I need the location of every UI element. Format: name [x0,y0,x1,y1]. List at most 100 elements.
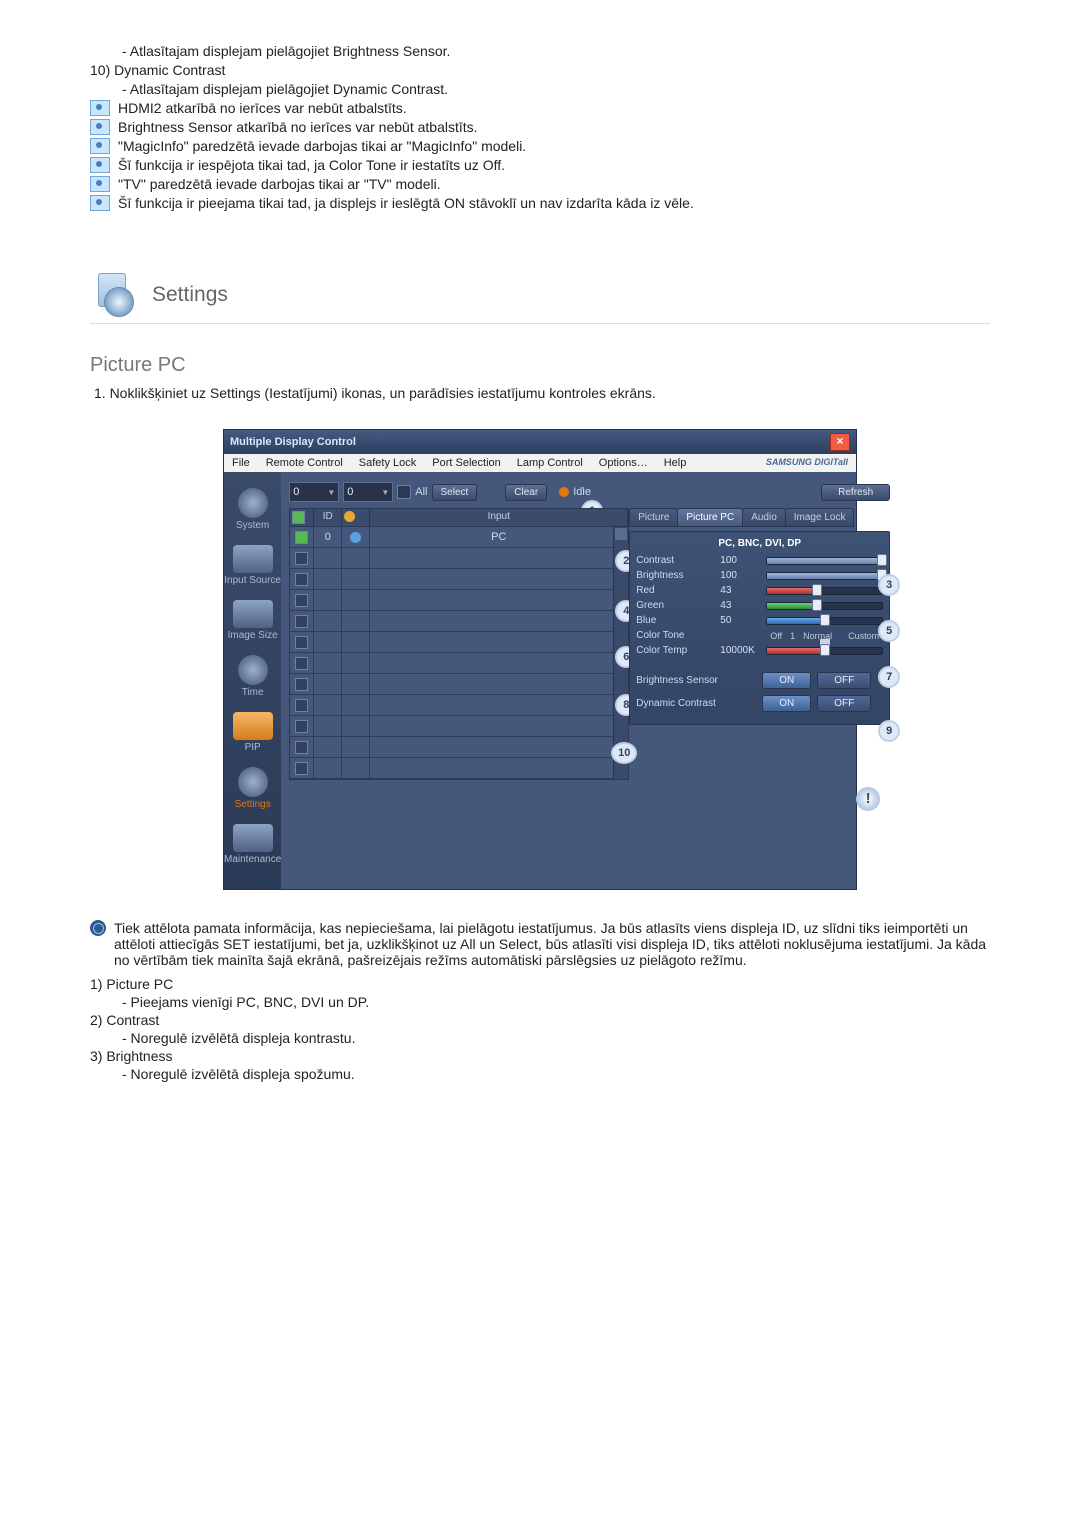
status-icon [344,511,355,522]
sidebar-item-settings[interactable]: Settings [224,767,281,810]
colortemp-label: Color Temp [636,645,714,656]
note-list: HDMI2 atkarībā no ierīces var nebūt atba… [90,100,990,211]
intro-body: - Atlasītajam displejam pielāgojiet Dyna… [90,81,990,97]
followup-list: 1) Picture PC - Pieejams vienīgi PC, BNC… [90,976,990,1082]
sidebar-item-time[interactable]: Time [224,655,281,698]
row-check-icon[interactable] [295,636,308,649]
brand-label: SAMSUNG DIGITall [766,457,848,469]
row-check-icon[interactable] [295,531,308,544]
clear-button[interactable]: Clear [505,484,547,501]
table-row[interactable] [290,611,628,632]
table-row[interactable] [290,758,628,779]
step-text: 1. Noklikšķiniet uz Settings (Iestatījum… [90,385,990,401]
tab-bar: Picture Picture PC Audio Image Lock [629,508,890,527]
sidebar: System Input Source Image Size Time PIP … [224,472,281,889]
table-row[interactable] [290,737,628,758]
brightness-value: 100 [720,570,760,581]
menu-help[interactable]: Help [664,457,687,469]
row-check-icon[interactable] [295,678,308,691]
contrast-row: Contrast 100 [636,555,883,566]
callout-9: 9 [878,720,900,742]
sidebar-item-pip[interactable]: PIP [224,712,281,753]
menu-remote[interactable]: Remote Control [266,457,343,469]
menu-file[interactable]: File [232,457,250,469]
select-button[interactable]: Select [432,484,478,501]
description-text: Tiek attēlota pamata informācija, kas ne… [114,920,990,968]
menu-lamp[interactable]: Lamp Control [517,457,583,469]
green-label: Green [636,600,714,611]
row-check-icon[interactable] [295,615,308,628]
tab-picture-pc[interactable]: Picture PC [677,508,743,527]
brightness-row: Brightness 100 [636,570,883,581]
menu-safety[interactable]: Safety Lock [359,457,416,469]
table-row[interactable] [290,632,628,653]
display-to-select[interactable]: 0 ▼ [343,482,393,502]
table-row[interactable] [290,569,628,590]
red-slider[interactable] [766,587,883,595]
colortemp-value: 10000K [720,645,760,656]
intro-line: - Atlasītajam displejam pielāgojiet Brig… [90,43,990,59]
note-icon [90,138,110,154]
sidebar-item-maintenance[interactable]: Maintenance [224,824,281,865]
colortone-opt[interactable]: Custom [848,631,879,641]
sidebar-item-system[interactable]: System [224,488,281,531]
settings-panel: PC, BNC, DVI, DP Contrast 100 Brightness… [629,531,890,725]
note-icon [90,176,110,192]
table-row[interactable]: 0 PC [290,527,628,548]
row-check-icon[interactable] [295,573,308,586]
refresh-button[interactable]: Refresh [821,484,890,501]
contrast-label: Contrast [636,555,714,566]
tab-audio[interactable]: Audio [742,508,786,527]
menu-port[interactable]: Port Selection [432,457,500,469]
row-check-icon[interactable] [295,552,308,565]
table-row[interactable] [290,674,628,695]
colortemp-row: Color Temp 10000K [636,645,883,656]
list-item: 2) Contrast [90,1012,990,1028]
row-check-icon[interactable] [295,699,308,712]
sidebar-label: Maintenance [224,854,281,865]
red-value: 43 [720,585,760,596]
sidebar-item-imagesize[interactable]: Image Size [224,600,281,641]
dyncontrast-on-button[interactable]: ON [762,695,811,712]
row-check-icon[interactable] [295,594,308,607]
brightness-slider[interactable] [766,572,883,580]
section-title: Settings [152,283,228,307]
dyncontrast-off-button[interactable]: OFF [817,695,871,712]
tab-image-lock[interactable]: Image Lock [785,508,855,527]
table-row[interactable] [290,548,628,569]
contrast-slider[interactable] [766,557,883,565]
brightsensor-on-button[interactable]: ON [762,672,811,689]
table-row[interactable] [290,716,628,737]
menu-options[interactable]: Options… [599,457,648,469]
green-slider[interactable] [766,602,883,610]
colortone-opt[interactable]: 1 [790,631,795,641]
table-row[interactable] [290,590,628,611]
table-row[interactable] [290,653,628,674]
table-row[interactable] [290,695,628,716]
row-check-icon[interactable] [295,720,308,733]
all-checkbox[interactable] [397,485,411,499]
time-icon [238,655,268,685]
dyncontrast-label: Dynamic Contrast [636,698,756,709]
row-check-icon[interactable] [295,657,308,670]
menu-bar: File Remote Control Safety Lock Port Sel… [224,454,856,472]
blue-slider[interactable] [766,617,883,625]
sidebar-label: PIP [245,742,261,753]
tab-picture[interactable]: Picture [629,508,678,527]
close-button[interactable]: × [830,433,850,451]
list-item-body: - Pieejams vienīgi PC, BNC, DVI un DP. [90,994,990,1010]
callout-5: 5 [878,620,900,642]
colortone-opt[interactable]: Off [770,631,782,641]
panel-title: PC, BNC, DVI, DP [636,538,883,549]
window-title: Multiple Display Control [230,436,356,448]
contrast-value: 100 [720,555,760,566]
colortemp-slider[interactable] [766,647,883,655]
sidebar-item-input[interactable]: Input Source [224,545,281,586]
brightsensor-off-button[interactable]: OFF [817,672,871,689]
display-from-select[interactable]: 0 ▼ [289,482,339,502]
row-check-icon[interactable] [295,762,308,775]
row-check-icon[interactable] [295,741,308,754]
idle-indicator [559,487,569,497]
section-header: Settings [90,271,990,324]
note-text: "TV" paredzētā ievade darbojas tikai ar … [118,176,441,192]
